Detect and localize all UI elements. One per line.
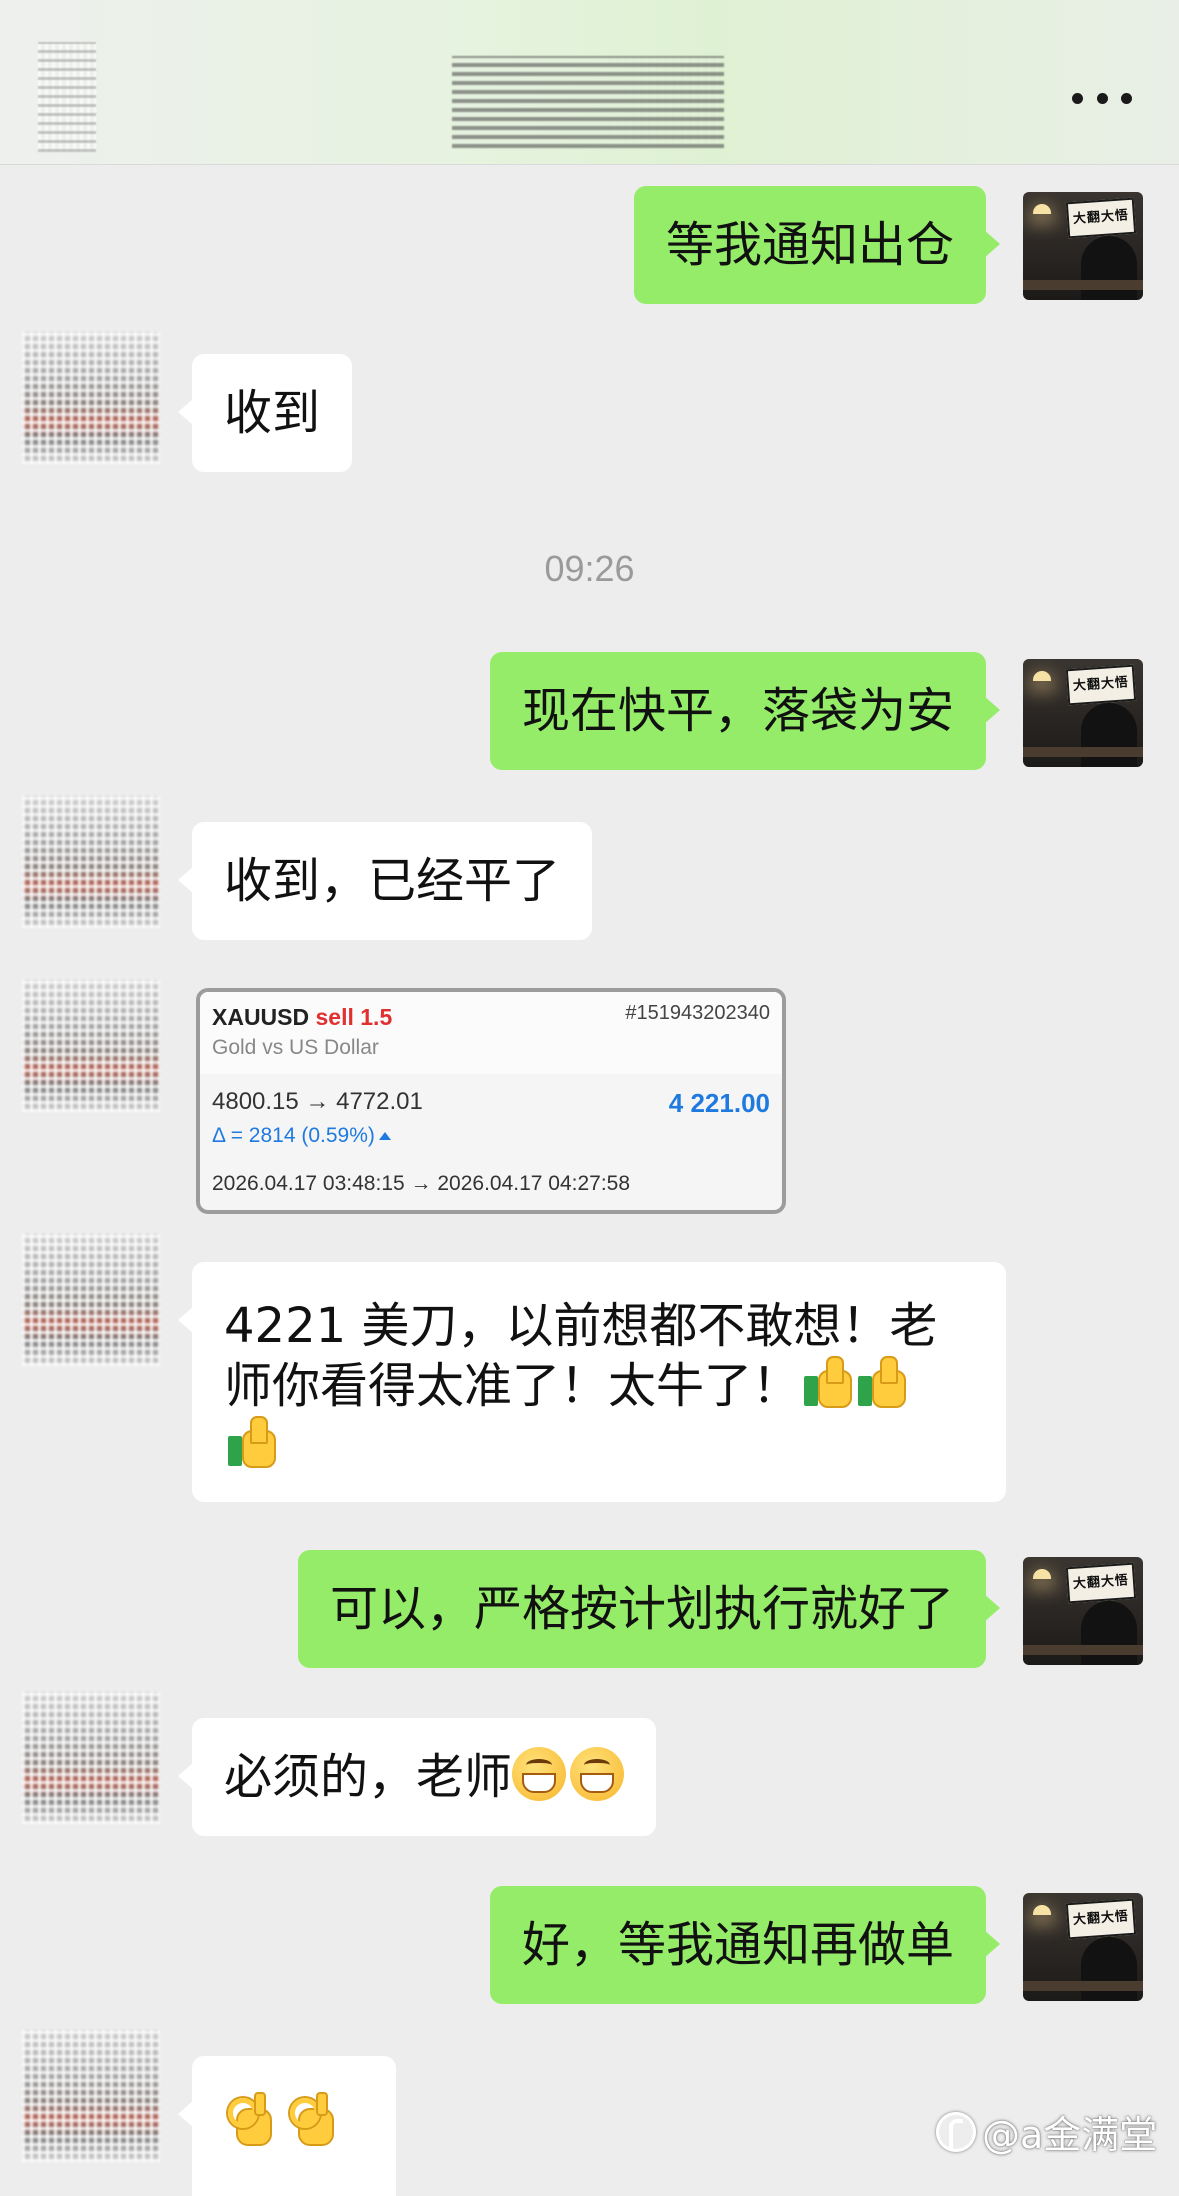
contact-avatar[interactable] [22,796,160,928]
platform-logo-icon [936,2111,976,2152]
message-text: 收到，已经平了 [224,853,561,909]
contact-avatar[interactable] [22,1234,160,1366]
grinning-face-icon [512,1747,567,1801]
message-text-line [224,1416,974,1476]
trade-dates: 2026.04.17 03:48:15 → 2026.04.17 04:27:5… [212,1172,631,1195]
thumbs-up-icon [854,1356,908,1410]
more-dots-icon[interactable] [1072,88,1132,108]
ok-hand-icon [286,2092,340,2146]
contact-avatar[interactable] [22,332,160,464]
thumbs-up-icon [224,1416,278,1470]
contact-avatar[interactable] [22,1692,160,1824]
message-text-line: 4221 美刀，以前想都不敢想！老 [224,1298,938,1354]
message-bubble-incoming[interactable]: 必须的，老师 [177,1718,657,1836]
trade-description: Gold vs US Dollar [212,1036,379,1059]
contact-avatar[interactable] [22,980,160,1112]
chat-title-blurred [452,56,724,148]
trade-ticket: #151943202340 [625,1002,770,1024]
message-text: 必须的，老师 [224,1749,513,1805]
grinning-face-icon [570,1747,625,1801]
message-text: 可以，严格按计划执行就好了 [329,1581,954,1637]
trade-screenshot-card[interactable]: XAUUSD sell 1.5 #151943202340 Gold vs US… [196,988,786,1214]
message-text-line: 师你看得太准了！太牛了！ [224,1356,974,1416]
message-bubble-outgoing[interactable]: 好，等我通知再做单 [489,1886,1001,2004]
message-text: 现在快平，落袋为安 [521,683,954,739]
message-bubble-outgoing[interactable]: 等我通知出仓 [633,186,1001,304]
message-text: 收到 [224,385,321,441]
message-bubble-outgoing[interactable]: 现在快平，落袋为安 [489,652,1001,770]
my-avatar[interactable]: 大翻大悟 [1023,1557,1143,1665]
message-bubble-incoming[interactable]: 收到 [177,354,353,472]
message-bubble-outgoing[interactable]: 可以，严格按计划执行就好了 [297,1550,1001,1668]
trade-symbol: XAUUSD sell 1.5 [212,1004,393,1030]
thumbs-up-icon [800,1356,854,1410]
trade-delta: Δ = 2814 (0.59%) [212,1124,391,1148]
message-text: 好，等我通知再做单 [521,1917,954,1973]
message-text: 等我通知出仓 [665,217,954,273]
my-avatar[interactable]: 大翻大悟 [1023,659,1143,767]
message-bubble-incoming[interactable]: 收到，已经平了 [177,822,593,940]
trade-prices: 4800.15 → 4772.01 [212,1088,423,1115]
chat-header [0,0,1179,165]
watermark: @a金满堂 [936,2104,1157,2159]
message-bubble-incoming[interactable]: 4221 美刀，以前想都不敢想！老 师你看得太准了！太牛了！ [178,1262,1006,1502]
caret-up-icon [378,1132,391,1140]
message-bubble-incoming[interactable] [178,2056,396,2196]
trade-profit: 4 221.00 [668,1088,770,1118]
my-avatar[interactable]: 大翻大悟 [1023,1893,1143,2001]
ok-hand-icon [224,2092,278,2146]
timestamp: 09:26 [544,548,635,589]
back-arrow-icon[interactable] [38,42,96,152]
trade-side: sell 1.5 [315,1004,393,1030]
my-avatar[interactable]: 大翻大悟 [1023,192,1143,300]
contact-avatar[interactable] [22,2030,160,2162]
